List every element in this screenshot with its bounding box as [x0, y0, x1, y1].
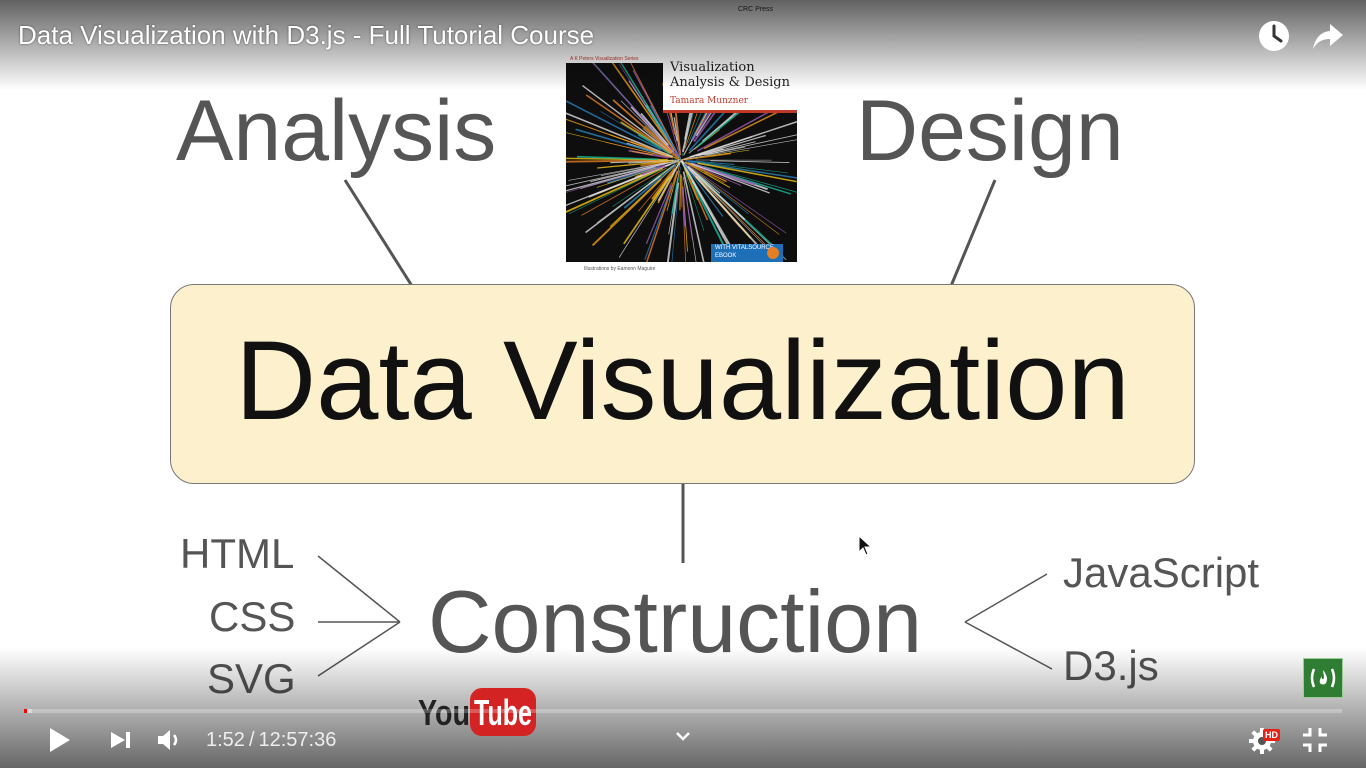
watch-later-button[interactable] — [1256, 18, 1292, 54]
d3-connector — [964, 621, 1053, 670]
duration: 12:57:36 — [258, 729, 337, 751]
book-red-rule — [663, 110, 797, 113]
mouse-cursor-icon — [858, 535, 873, 556]
book-ebook-text: WITH VITALSOURCE EBOOK — [715, 245, 774, 259]
chevron-button[interactable] — [672, 725, 694, 747]
video-title[interactable]: Data Visualization with D3.js - Full Tut… — [18, 20, 594, 51]
book-cover-image: CRC Press A K Peters Visualization Serie… — [566, 0, 797, 280]
css-label: CSS — [209, 593, 296, 640]
book-title-line2: Analysis & Design — [670, 75, 790, 90]
ebook-dot-icon — [767, 247, 779, 259]
html-connector — [317, 555, 401, 623]
skip-next-icon — [111, 732, 130, 748]
exit-fullscreen-button[interactable] — [1297, 722, 1333, 758]
book-author: Tamara Munzner — [670, 96, 749, 106]
share-button[interactable] — [1310, 18, 1346, 54]
construction-label: Construction — [428, 572, 923, 671]
progress-bar[interactable] — [24, 709, 1342, 713]
analysis-label: Analysis — [176, 83, 497, 179]
chevron-down-icon — [676, 732, 690, 741]
data-visualization-label: Data Visualization — [235, 318, 1130, 443]
d3js-label: D3.js — [1063, 642, 1159, 689]
play-button[interactable] — [40, 722, 76, 758]
book-art-stroke — [566, 132, 657, 155]
book-ebook-badge: WITH VITALSOURCE EBOOK — [711, 244, 783, 262]
current-time: 1:52 — [206, 729, 245, 751]
design-label: Design — [856, 83, 1124, 179]
exit-fullscreen-icon — [1303, 728, 1327, 752]
next-button[interactable] — [101, 722, 137, 758]
design-connector — [949, 179, 997, 287]
freecodecamp-icon — [1310, 668, 1336, 688]
book-title-line1: Visualization — [670, 60, 755, 75]
book-illustrations-credit: Illustrations by Eamonn Maguire — [584, 266, 656, 272]
book-art-stroke — [591, 178, 662, 247]
volume-button[interactable] — [151, 722, 187, 758]
book-art-stroke — [644, 185, 673, 260]
play-icon — [50, 728, 70, 752]
book-publisher: CRC Press — [738, 6, 774, 13]
book-title: Visualization Analysis & Design — [670, 60, 790, 90]
javascript-connector — [964, 573, 1048, 623]
book-art-stroke — [679, 174, 682, 211]
clock-icon — [1259, 21, 1289, 51]
hd-badge: HD — [1263, 729, 1280, 741]
html-label: HTML — [180, 530, 295, 577]
book-series: A K Peters Visualization Series — [570, 56, 639, 62]
progress-played — [24, 709, 28, 713]
data-visualization-box: Data Visualization — [170, 284, 1195, 484]
svg-connector — [317, 621, 401, 677]
book-cover-header: CRC Press — [566, 0, 797, 58]
channel-watermark[interactable] — [1303, 658, 1343, 698]
svg-label: SVG — [207, 655, 296, 702]
volume-icon — [158, 730, 178, 750]
time-separator: / — [248, 729, 255, 751]
javascript-label: JavaScript — [1063, 549, 1260, 596]
video-player[interactable]: Analysis Design Data Visualization Const… — [0, 0, 1366, 768]
analysis-connector — [343, 179, 414, 287]
book-art-stroke — [710, 160, 790, 163]
share-arrow-icon — [1313, 24, 1343, 49]
time-display: 1:52/12:57:36 — [206, 729, 336, 752]
